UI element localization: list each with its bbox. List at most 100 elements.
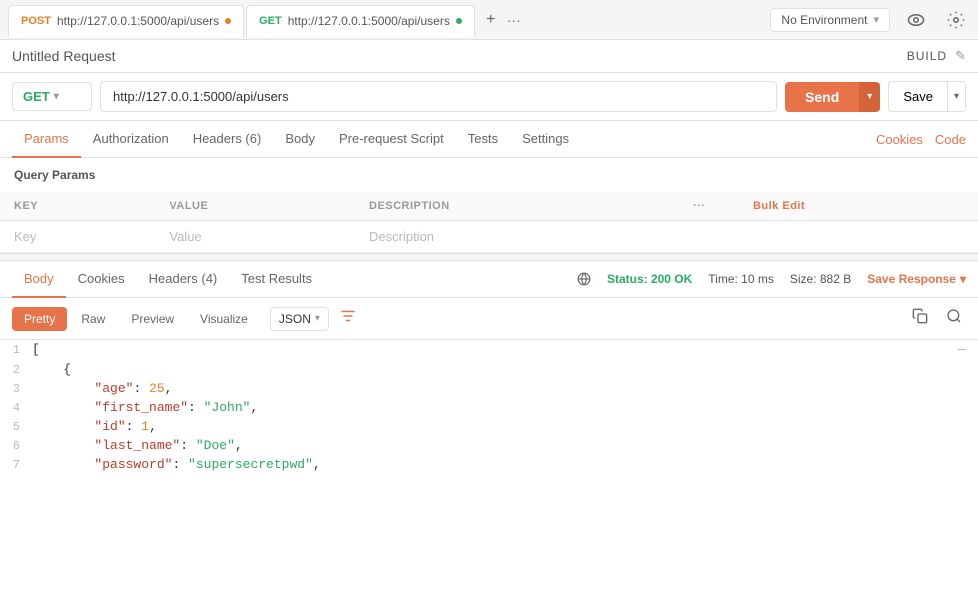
response-tabs: Body Cookies Headers (4) Test Results St… <box>0 261 978 298</box>
col-value: VALUE <box>155 192 355 221</box>
cookies-link[interactable]: Cookies <box>876 132 923 147</box>
json-line-4: 4 "first_name": "John", <box>0 398 978 417</box>
table-row: Key Value Description <box>0 221 978 253</box>
more-tabs-button[interactable]: ··· <box>507 12 521 28</box>
tab-get-users[interactable]: GET http://127.0.0.1:5000/api/users <box>246 5 475 37</box>
bulk-edit-button[interactable]: Bulk Edit <box>739 192 978 221</box>
key-input-cell[interactable]: Key <box>0 221 155 253</box>
resp-tab-body[interactable]: Body <box>12 261 66 298</box>
line-number: 1 <box>0 343 32 357</box>
send-button[interactable]: Send <box>785 82 859 112</box>
description-input-cell[interactable]: Description <box>355 221 679 253</box>
save-chevron-button[interactable]: ▾ <box>947 82 965 111</box>
copy-icon[interactable] <box>908 304 932 333</box>
line-content: "last_name": "Doe", <box>32 438 243 453</box>
json-line-1: 1 [ — <box>0 340 978 360</box>
line-number: 2 <box>0 363 32 377</box>
tab-dot-post <box>225 18 231 24</box>
response-status-bar: Status: 200 OK Time: 10 ms Size: 882 B S… <box>577 272 966 286</box>
tab-bar-right: No Environment ▾ <box>770 6 970 34</box>
collapse-button[interactable]: — <box>958 342 978 358</box>
edit-icon[interactable]: ✎ <box>955 48 966 64</box>
request-title: Untitled Request <box>12 48 899 64</box>
line-content: "age": 25, <box>32 381 172 396</box>
viewer-tab-preview[interactable]: Preview <box>119 307 186 331</box>
line-content: "password": "supersecretpwd", <box>32 457 321 472</box>
query-params-label: Query Params <box>0 158 978 192</box>
line-number: 5 <box>0 420 32 434</box>
json-line-5: 5 "id": 1, <box>0 417 978 436</box>
format-selector[interactable]: JSON ▾ <box>270 307 329 331</box>
response-size: Size: 882 B <box>790 272 851 286</box>
tab-pre-request-script[interactable]: Pre-request Script <box>327 121 456 158</box>
col-actions: ··· <box>679 192 739 221</box>
filter-icon[interactable] <box>339 307 357 330</box>
code-link[interactable]: Code <box>935 132 966 147</box>
settings-icon[interactable] <box>942 6 970 34</box>
tab-tests[interactable]: Tests <box>456 121 510 158</box>
viewer-tabs: Pretty Raw Preview Visualize JSON ▾ <box>0 298 978 340</box>
save-button[interactable]: Save <box>889 82 947 111</box>
request-tabs: Params Authorization Headers (6) Body Pr… <box>0 121 978 158</box>
globe-icon <box>577 272 591 286</box>
value-input-cell[interactable]: Value <box>155 221 355 253</box>
send-chevron-button[interactable]: ▾ <box>859 82 880 112</box>
method-selector[interactable]: GET ▾ <box>12 82 92 111</box>
request-header: Untitled Request BUILD ✎ <box>0 40 978 73</box>
format-chevron-icon: ▾ <box>315 313 320 324</box>
method-value: GET <box>23 89 50 104</box>
tab-headers[interactable]: Headers (6) <box>181 121 274 158</box>
section-divider <box>0 253 978 261</box>
resp-tab-cookies[interactable]: Cookies <box>66 261 137 298</box>
response-time: Time: 10 ms <box>708 272 774 286</box>
viewer-tab-raw[interactable]: Raw <box>69 307 117 331</box>
line-content: { <box>32 362 71 377</box>
json-line-2: 2 { <box>0 360 978 379</box>
tab-method-post: POST <box>21 15 51 27</box>
json-line-3: 3 "age": 25, <box>0 379 978 398</box>
line-content: [ <box>32 342 40 357</box>
url-bar: GET ▾ Send ▾ Save ▾ <box>0 73 978 121</box>
environment-chevron-icon: ▾ <box>873 13 879 26</box>
format-value: JSON <box>279 312 311 326</box>
resp-tab-test-results[interactable]: Test Results <box>229 261 324 298</box>
tab-url-post: http://127.0.0.1:5000/api/users <box>57 14 219 28</box>
line-number: 4 <box>0 401 32 415</box>
json-line-7: 7 "password": "supersecretpwd", <box>0 455 978 474</box>
search-icon[interactable] <box>942 304 966 333</box>
tab-authorization[interactable]: Authorization <box>81 121 181 158</box>
line-number: 3 <box>0 382 32 396</box>
method-chevron-icon: ▾ <box>54 91 59 102</box>
environment-label: No Environment <box>781 13 867 27</box>
tab-body[interactable]: Body <box>273 121 327 158</box>
viewer-actions <box>908 304 966 333</box>
viewer-tab-visualize[interactable]: Visualize <box>188 307 260 331</box>
eye-icon[interactable] <box>902 6 930 34</box>
json-line-6: 6 "last_name": "Doe", <box>0 436 978 455</box>
request-tabs-right: Cookies Code <box>876 132 966 147</box>
line-content: "id": 1, <box>32 419 157 434</box>
tab-method-get: GET <box>259 15 282 27</box>
params-table: KEY VALUE DESCRIPTION ··· Bulk Edit Key … <box>0 192 978 253</box>
url-input[interactable] <box>100 81 777 112</box>
save-response-button[interactable]: Save Response ▾ <box>867 272 966 286</box>
tab-bar: POST http://127.0.0.1:5000/api/users GET… <box>0 0 978 40</box>
tab-params[interactable]: Params <box>12 121 81 158</box>
send-button-group: Send ▾ <box>785 82 880 112</box>
environment-selector[interactable]: No Environment ▾ <box>770 8 890 32</box>
col-key: KEY <box>0 192 155 221</box>
save-button-group: Save ▾ <box>888 81 966 112</box>
line-content: "first_name": "John", <box>32 400 258 415</box>
response-status: Status: 200 OK <box>607 272 692 286</box>
resp-tab-headers[interactable]: Headers (4) <box>137 261 230 298</box>
tab-url-get: http://127.0.0.1:5000/api/users <box>288 14 450 28</box>
json-viewer: 1 [ — 2 { 3 "age": 25, 4 "first_name": "… <box>0 340 978 500</box>
viewer-tab-pretty[interactable]: Pretty <box>12 307 67 331</box>
tab-settings[interactable]: Settings <box>510 121 581 158</box>
line-number: 6 <box>0 439 32 453</box>
save-response-chevron-icon: ▾ <box>960 272 966 286</box>
tab-post-users[interactable]: POST http://127.0.0.1:5000/api/users <box>8 5 244 37</box>
add-tab-button[interactable]: + <box>477 6 505 34</box>
tab-dot-get <box>456 18 462 24</box>
build-button[interactable]: BUILD <box>907 49 947 63</box>
